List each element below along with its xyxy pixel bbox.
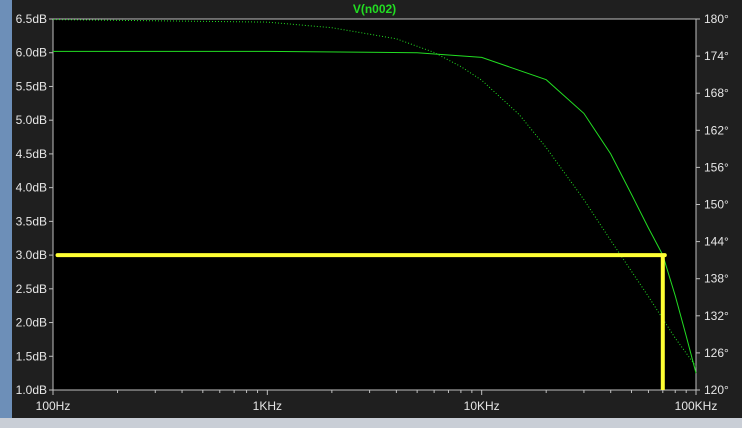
y-left-tick-label: 4.0dB <box>16 181 47 195</box>
y-left-tick-label: 5.5dB <box>16 79 47 93</box>
y-right-tick-label: 174° <box>704 49 729 63</box>
y-left-tick-label: 2.0dB <box>16 316 47 330</box>
chart-title: V(n002) <box>353 2 396 16</box>
y-right-tick-label: 138° <box>704 272 729 286</box>
x-tick-label: 10KHz <box>464 399 500 413</box>
y-left-tick-label: 2.5dB <box>16 282 47 296</box>
y-right-tick-label: 132° <box>704 309 729 323</box>
y-left-tick-label: 3.0dB <box>16 248 47 262</box>
y-right-tick-label: 144° <box>704 235 729 249</box>
y-left-tick-label: 6.0dB <box>16 46 47 60</box>
y-left-tick-label: 4.5dB <box>16 147 47 161</box>
y-left-tick-label: 6.5dB <box>16 12 47 26</box>
y-right-tick-label: 180° <box>704 12 729 26</box>
y-right-tick-label: 150° <box>704 198 729 212</box>
x-tick-label: 1KHz <box>253 399 282 413</box>
y-left-tick-label: 3.5dB <box>16 214 47 228</box>
y-left-tick-label: 5.0dB <box>16 113 47 127</box>
plot-area[interactable] <box>53 19 696 390</box>
y-left-tick-label: 1.0dB <box>16 383 47 397</box>
x-tick-label: 100KHz <box>675 399 718 413</box>
x-tick-label: 100Hz <box>36 399 71 413</box>
bode-plot[interactable]: 1.0dB 1.5dB 2.0dB 2.5dB 3.0dB 3.5dB 4.0dB 4.5dB… <box>0 0 742 428</box>
y-right-tick-label: 156° <box>704 160 729 174</box>
y-right-tick-label: 168° <box>704 86 729 100</box>
y-right-tick-label: 162° <box>704 123 729 137</box>
y-right-tick-label: 126° <box>704 346 729 360</box>
y-right-tick-label: 120° <box>704 383 729 397</box>
chart-window: 1.0dB 1.5dB 2.0dB 2.5dB 3.0dB 3.5dB 4.0dB 4.5dB… <box>0 0 742 428</box>
y-left-tick-label: 1.5dB <box>16 349 47 363</box>
